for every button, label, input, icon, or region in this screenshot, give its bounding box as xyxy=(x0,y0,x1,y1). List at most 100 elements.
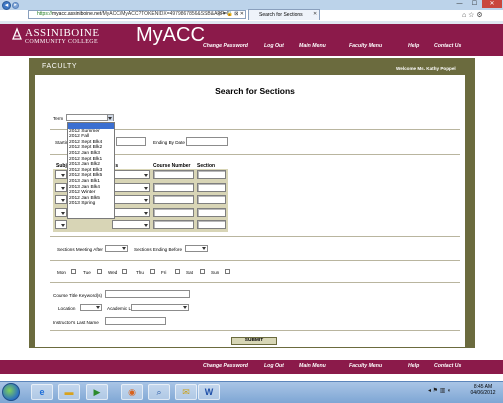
section-field[interactable] xyxy=(197,182,226,192)
level-select[interactable] xyxy=(112,207,150,217)
nav-change-password[interactable]: Change Password xyxy=(203,43,248,49)
day-label: Wed xyxy=(108,270,118,275)
faculty-label: Faculty xyxy=(42,63,78,70)
term-dropdown-list[interactable]: 2012 Summer 2012 Fall 2012 Sept Blk4 2012 S… xyxy=(67,122,115,219)
section-field[interactable] xyxy=(197,195,226,204)
course-title-label: Course Title Keyword(s) xyxy=(53,293,103,298)
firefox-taskbar-icon[interactable]: ◉ xyxy=(121,384,143,400)
chevron-down-icon xyxy=(144,186,148,190)
level-select[interactable] xyxy=(112,182,150,192)
course-number-field[interactable] xyxy=(153,170,194,179)
level-select[interactable] xyxy=(112,170,150,179)
welcome-message: Welcome Ms. Kathy Poppel xyxy=(396,66,456,71)
footer-nav-change-password[interactable]: Change Password xyxy=(203,363,248,369)
ending-date-field[interactable] xyxy=(186,137,228,146)
subject-select[interactable] xyxy=(55,207,67,217)
day-checkbox[interactable] xyxy=(225,269,230,274)
instructor-field[interactable] xyxy=(105,317,166,325)
word-taskbar-icon[interactable]: W xyxy=(198,384,220,400)
footer-nav-faculty-menu[interactable]: Faculty Menu xyxy=(349,363,382,369)
day-checkbox[interactable] xyxy=(97,269,102,274)
nav-contact-us[interactable]: Contact Us xyxy=(434,43,461,49)
divider xyxy=(50,282,460,283)
instructor-label: Instructor's Last Name xyxy=(53,320,99,325)
divider xyxy=(50,260,460,261)
nav-faculty-menu[interactable]: Faculty Menu xyxy=(349,43,382,49)
footer-nav-main-menu[interactable]: Main Menu xyxy=(299,363,326,369)
location-select[interactable] xyxy=(80,304,102,311)
footer-nav-log-out[interactable]: Log Out xyxy=(264,363,284,369)
course-number-field[interactable] xyxy=(153,182,194,192)
tab-title: Search for Sections xyxy=(259,12,303,18)
browser-tab[interactable]: Search for Sections xyxy=(248,9,320,20)
footer-stripe xyxy=(0,370,503,374)
media-taskbar-icon[interactable]: ▶ xyxy=(86,384,108,400)
day-checkbox[interactable] xyxy=(175,269,180,274)
url-prefix: https:// xyxy=(37,11,53,17)
term-option[interactable]: 2013 Spring xyxy=(68,201,114,207)
college-name: ASSINIBOINE xyxy=(25,27,100,39)
level-select[interactable] xyxy=(112,195,150,204)
section-field[interactable] xyxy=(197,207,226,217)
mail-taskbar-icon[interactable]: ✉ xyxy=(175,384,197,400)
tab-close-icon[interactable]: ✕ xyxy=(313,11,317,17)
course-title-field[interactable] xyxy=(105,290,190,298)
course-number-field[interactable] xyxy=(153,195,194,204)
subject-select[interactable] xyxy=(55,182,67,192)
start-button[interactable] xyxy=(2,383,20,401)
academic-level-select[interactable] xyxy=(131,304,189,311)
footer-nav-contact-us[interactable]: Contact Us xyxy=(434,363,461,369)
forward-arrow-icon[interactable]: ▸ xyxy=(12,2,19,9)
section-field[interactable] xyxy=(197,220,226,229)
chevron-down-icon xyxy=(61,186,65,190)
window-controls: — ☐ ✕ xyxy=(452,0,502,8)
day-checkbox[interactable] xyxy=(200,269,205,274)
meeting-after-select[interactable] xyxy=(105,245,128,252)
chevron-down-icon[interactable] xyxy=(107,115,113,121)
search-taskbar-icon[interactable]: ⌕ xyxy=(148,384,170,400)
ending-before-label: Sections Ending Before xyxy=(134,247,183,252)
section-field[interactable] xyxy=(197,170,226,179)
page-title: Search for Sections xyxy=(215,86,295,96)
browser-toolbar-icons[interactable]: ⌂ ☆ ⚙ xyxy=(462,12,500,20)
day-label: Sat xyxy=(186,270,193,275)
address-bar-icons[interactable]: ρ ▾ 🔒 ⊠ ✕ xyxy=(205,10,246,19)
folder-taskbar-icon[interactable]: ▬ xyxy=(58,384,80,400)
subject-select[interactable] xyxy=(55,195,67,204)
submit-button[interactable]: SUBMIT xyxy=(231,337,277,345)
chevron-down-icon xyxy=(61,224,65,227)
ie-taskbar-icon[interactable]: e xyxy=(31,384,53,400)
subject-select[interactable] xyxy=(55,170,67,179)
maximize-icon[interactable]: ☐ xyxy=(467,0,482,8)
starting-date-field[interactable] xyxy=(116,137,146,146)
course-number-field[interactable] xyxy=(153,220,194,229)
chevron-down-icon xyxy=(144,224,148,227)
course-number-field[interactable] xyxy=(153,207,194,217)
chevron-down-icon xyxy=(61,174,65,177)
subject-select[interactable] xyxy=(55,220,67,229)
term-select[interactable] xyxy=(66,114,114,121)
close-window-icon[interactable]: ✕ xyxy=(482,0,502,8)
nav-log-out[interactable]: Log Out xyxy=(264,43,284,49)
day-checkbox[interactable] xyxy=(122,269,127,274)
chevron-down-icon xyxy=(96,306,100,309)
minimize-icon[interactable]: — xyxy=(452,0,467,8)
clock[interactable]: 8:45 AM 04/06/2012 xyxy=(468,384,498,396)
day-label: Sun xyxy=(211,270,220,275)
day-checkbox[interactable] xyxy=(150,269,155,274)
system-tray-icons[interactable]: ◂ ⚑ ▥ ◖ xyxy=(428,387,451,394)
divider xyxy=(50,236,460,237)
chevron-down-icon xyxy=(183,306,187,309)
back-arrow-icon[interactable]: ◂ xyxy=(2,1,11,10)
nav-help[interactable]: Help xyxy=(408,43,419,49)
chevron-down-icon xyxy=(144,199,148,202)
day-label: Thu xyxy=(136,270,144,275)
footer-nav-help[interactable]: Help xyxy=(408,363,419,369)
url-host: myacc.assiniboine.net xyxy=(52,11,102,17)
level-select[interactable] xyxy=(112,220,150,229)
nav-main-menu[interactable]: Main Menu xyxy=(299,43,326,49)
day-checkbox[interactable] xyxy=(71,269,76,274)
ending-before-select[interactable] xyxy=(185,245,208,252)
chevron-down-icon xyxy=(122,247,126,250)
day-label: Tue xyxy=(83,270,91,275)
